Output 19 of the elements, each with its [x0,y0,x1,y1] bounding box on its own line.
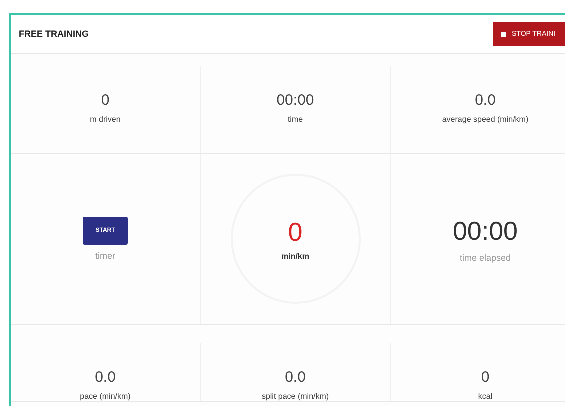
page-title: FREE TRAINING [19,29,90,39]
stat-value: 0 [101,92,110,109]
stat-label: time [288,115,304,124]
elapsed-value: 00:00 [452,216,518,246]
elapsed-label: time elapsed [460,252,512,262]
stat-label: pace (min/km) [80,392,131,401]
stat-label: m driven [90,115,121,124]
stat-value: 0.0 [285,369,306,386]
pace-unit: min/km [281,252,310,261]
stat-value: 0 [481,369,490,386]
timer-label: timer [96,251,116,261]
stat-value: 0.0 [95,369,116,386]
stat-label: split pace (min/km) [262,392,330,401]
pace-value: 0 [288,217,303,248]
stat-label: kcal [478,392,493,401]
stat-value: 0.0 [475,92,496,109]
stat-value: 00:00 [276,92,314,109]
stat-label: average speed (min/km) [442,115,529,124]
stop-icon [501,32,506,36]
